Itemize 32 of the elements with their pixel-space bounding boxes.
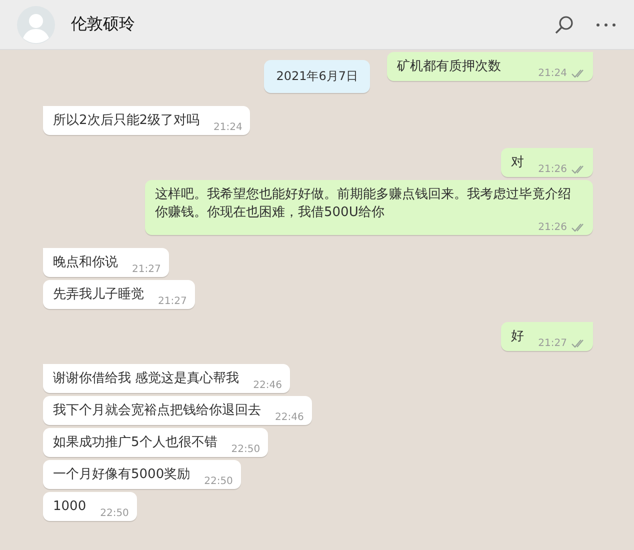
message-time: 22:50 [100, 508, 129, 519]
message-time: 21:24 [538, 68, 567, 79]
message-time: 21:27 [132, 264, 161, 275]
message-text: 我下个月就会宽裕点把钱给你退回去 [53, 402, 261, 420]
menu-icon[interactable] [596, 22, 616, 26]
message-text: 一个月好像有5000奖励 [53, 466, 190, 484]
double-check-icon [571, 165, 585, 174]
message-text: 先弄我儿子睡觉 [53, 286, 144, 304]
message-text: 谢谢你借给我 感觉这是真心帮我 [53, 370, 240, 388]
message-time: 22:50 [204, 476, 233, 487]
message-time: 22:46 [275, 412, 304, 423]
message-time: 21:26 [538, 164, 567, 175]
message-text: 矿机都有质押次数 [397, 58, 502, 76]
message-text: 这样吧。我希望您也能好好做。前期能多赚点钱回来。我考虑过毕竟介绍你赚钱。你现在也困难，我借500U给你 [155, 186, 571, 222]
message-text: 对 [511, 154, 524, 172]
message-time: 21:27 [158, 296, 187, 307]
message-text: 好 [511, 328, 524, 346]
message-time: 22:46 [253, 380, 282, 391]
contact-name: 伦敦硕玲 [71, 14, 136, 35]
double-check-icon [571, 339, 585, 348]
message-text: 1000 [53, 498, 86, 516]
message-text: 晚点和你说 [53, 254, 118, 272]
message-time: 21:27 [538, 338, 567, 349]
search-icon[interactable] [554, 14, 574, 34]
double-check-icon [571, 69, 585, 78]
message-text: 所以2次后只能2级了对吗 [53, 112, 200, 130]
message-time: 22:50 [231, 444, 260, 455]
double-check-icon [571, 223, 585, 232]
message-time: 21:26 [538, 222, 567, 233]
message-time: 21:24 [214, 122, 242, 133]
message-text: 如果成功推广5个人也很不错 [53, 434, 218, 452]
date-chip: 2021年6月7日 [264, 60, 370, 93]
